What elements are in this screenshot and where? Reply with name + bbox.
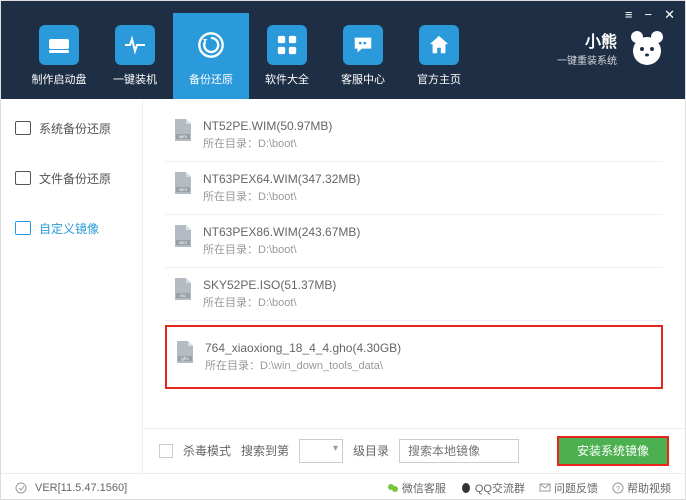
sidebar-item-file-backup[interactable]: 文件备份还原: [1, 153, 142, 203]
install-button[interactable]: 安装系统镜像: [557, 436, 669, 466]
nav-boot-disk[interactable]: 制作启动盘: [21, 13, 97, 99]
file-item[interactable]: wim NT63PEX86.WIM(243.67MB) 所在目录：D:\boot…: [165, 215, 663, 268]
file-icon: [15, 171, 31, 185]
file-type-icon: wim: [173, 172, 193, 194]
level-select[interactable]: [299, 439, 343, 463]
brand-title: 小熊: [557, 28, 617, 52]
brand-subtitle: 一键重装系统: [557, 52, 617, 67]
grid-icon: [267, 25, 307, 65]
virus-mode-checkbox[interactable]: [159, 444, 173, 458]
home-icon: [419, 25, 459, 65]
nav-backup-restore[interactable]: 备份还原: [173, 13, 249, 99]
file-item[interactable]: wim NT63PEX64.WIM(347.32MB) 所在目录：D:\boot…: [165, 162, 663, 215]
nav-one-click[interactable]: 一键装机: [97, 13, 173, 99]
file-path: 所在目录：D:\boot\: [203, 294, 336, 310]
file-type-icon: gho: [175, 341, 195, 363]
sidebar-item-label: 文件备份还原: [39, 170, 111, 187]
level-label: 级目录: [353, 442, 389, 459]
footer-link-label: 微信客服: [402, 480, 446, 496]
file-item[interactable]: gho 764_xiaoxiong_18_4_4.gho(4.30GB) 所在目…: [165, 325, 663, 389]
svg-text:wim: wim: [179, 240, 187, 245]
nav-support[interactable]: 客服中心: [325, 13, 401, 99]
footer-link[interactable]: 微信客服: [387, 480, 446, 496]
file-type-icon: wim: [173, 119, 193, 141]
file-path: 所在目录：D:\boot\: [203, 241, 360, 257]
nav-label: 软件大全: [265, 71, 309, 87]
footer-link[interactable]: 问题反馈: [539, 480, 598, 496]
restore-icon: [191, 25, 231, 65]
file-item[interactable]: iso SKY52PE.ISO(51.37MB) 所在目录：D:\boot\: [165, 268, 663, 321]
file-path: 所在目录：D:\win_down_tools_data\: [205, 357, 401, 373]
close-button[interactable]: ✕: [664, 7, 675, 23]
footer-link-label: 帮助视频: [627, 480, 671, 496]
pulse-icon: [115, 25, 155, 65]
nav-label: 客服中心: [341, 71, 385, 87]
menu-button[interactable]: ≡: [625, 7, 633, 23]
search-to-label: 搜索到第: [241, 442, 289, 459]
nav-software[interactable]: 软件大全: [249, 13, 325, 99]
footer-link[interactable]: QQ交流群: [460, 480, 525, 496]
file-name: NT63PEX86.WIM(243.67MB): [203, 225, 360, 239]
file-name: SKY52PE.ISO(51.37MB): [203, 278, 336, 292]
file-type-icon: iso: [173, 278, 193, 300]
bear-icon: [627, 27, 667, 67]
sidebar-item-label: 自定义镜像: [39, 220, 99, 237]
svg-text:wim: wim: [179, 134, 187, 139]
search-input[interactable]: [399, 439, 519, 463]
version-text: VER[11.5.47.1560]: [35, 482, 127, 494]
chat-icon: [343, 25, 383, 65]
svg-text:wim: wim: [179, 187, 187, 192]
svg-text:gho: gho: [181, 356, 189, 361]
version-icon: [15, 482, 27, 494]
footer-link-label: 问题反馈: [554, 480, 598, 496]
file-path: 所在目录：D:\boot\: [203, 188, 360, 204]
file-path: 所在目录：D:\boot\: [203, 135, 332, 151]
sidebar-item-label: 系统备份还原: [39, 120, 111, 137]
minimize-button[interactable]: −: [645, 7, 653, 23]
nav-label: 官方主页: [417, 71, 461, 87]
file-name: NT63PEX64.WIM(347.32MB): [203, 172, 360, 186]
disk-icon: [39, 25, 79, 65]
svg-text:iso: iso: [180, 293, 186, 298]
svg-text:?: ?: [616, 486, 620, 493]
footer-link[interactable]: ? 帮助视频: [612, 480, 671, 496]
image-icon: [15, 221, 31, 235]
nav-label: 制作启动盘: [32, 71, 87, 87]
file-list: wim NT52PE.WIM(50.97MB) 所在目录：D:\boot\ wi…: [143, 99, 685, 473]
sidebar-item-custom-image[interactable]: 自定义镜像: [1, 203, 142, 253]
file-name: 764_xiaoxiong_18_4_4.gho(4.30GB): [205, 341, 401, 355]
system-icon: [15, 121, 31, 135]
footer-link-label: QQ交流群: [475, 480, 525, 496]
file-type-icon: wim: [173, 225, 193, 247]
action-bar: 杀毒模式 搜索到第 级目录 安装系统镜像: [143, 428, 685, 472]
nav-homepage[interactable]: 官方主页: [401, 13, 477, 99]
nav-label: 备份还原: [189, 71, 233, 87]
file-item[interactable]: wim NT52PE.WIM(50.97MB) 所在目录：D:\boot\: [165, 109, 663, 162]
virus-mode-label: 杀毒模式: [183, 442, 231, 459]
nav-label: 一键装机: [113, 71, 157, 87]
file-name: NT52PE.WIM(50.97MB): [203, 119, 332, 133]
sidebar-item-system-backup[interactable]: 系统备份还原: [1, 103, 142, 153]
